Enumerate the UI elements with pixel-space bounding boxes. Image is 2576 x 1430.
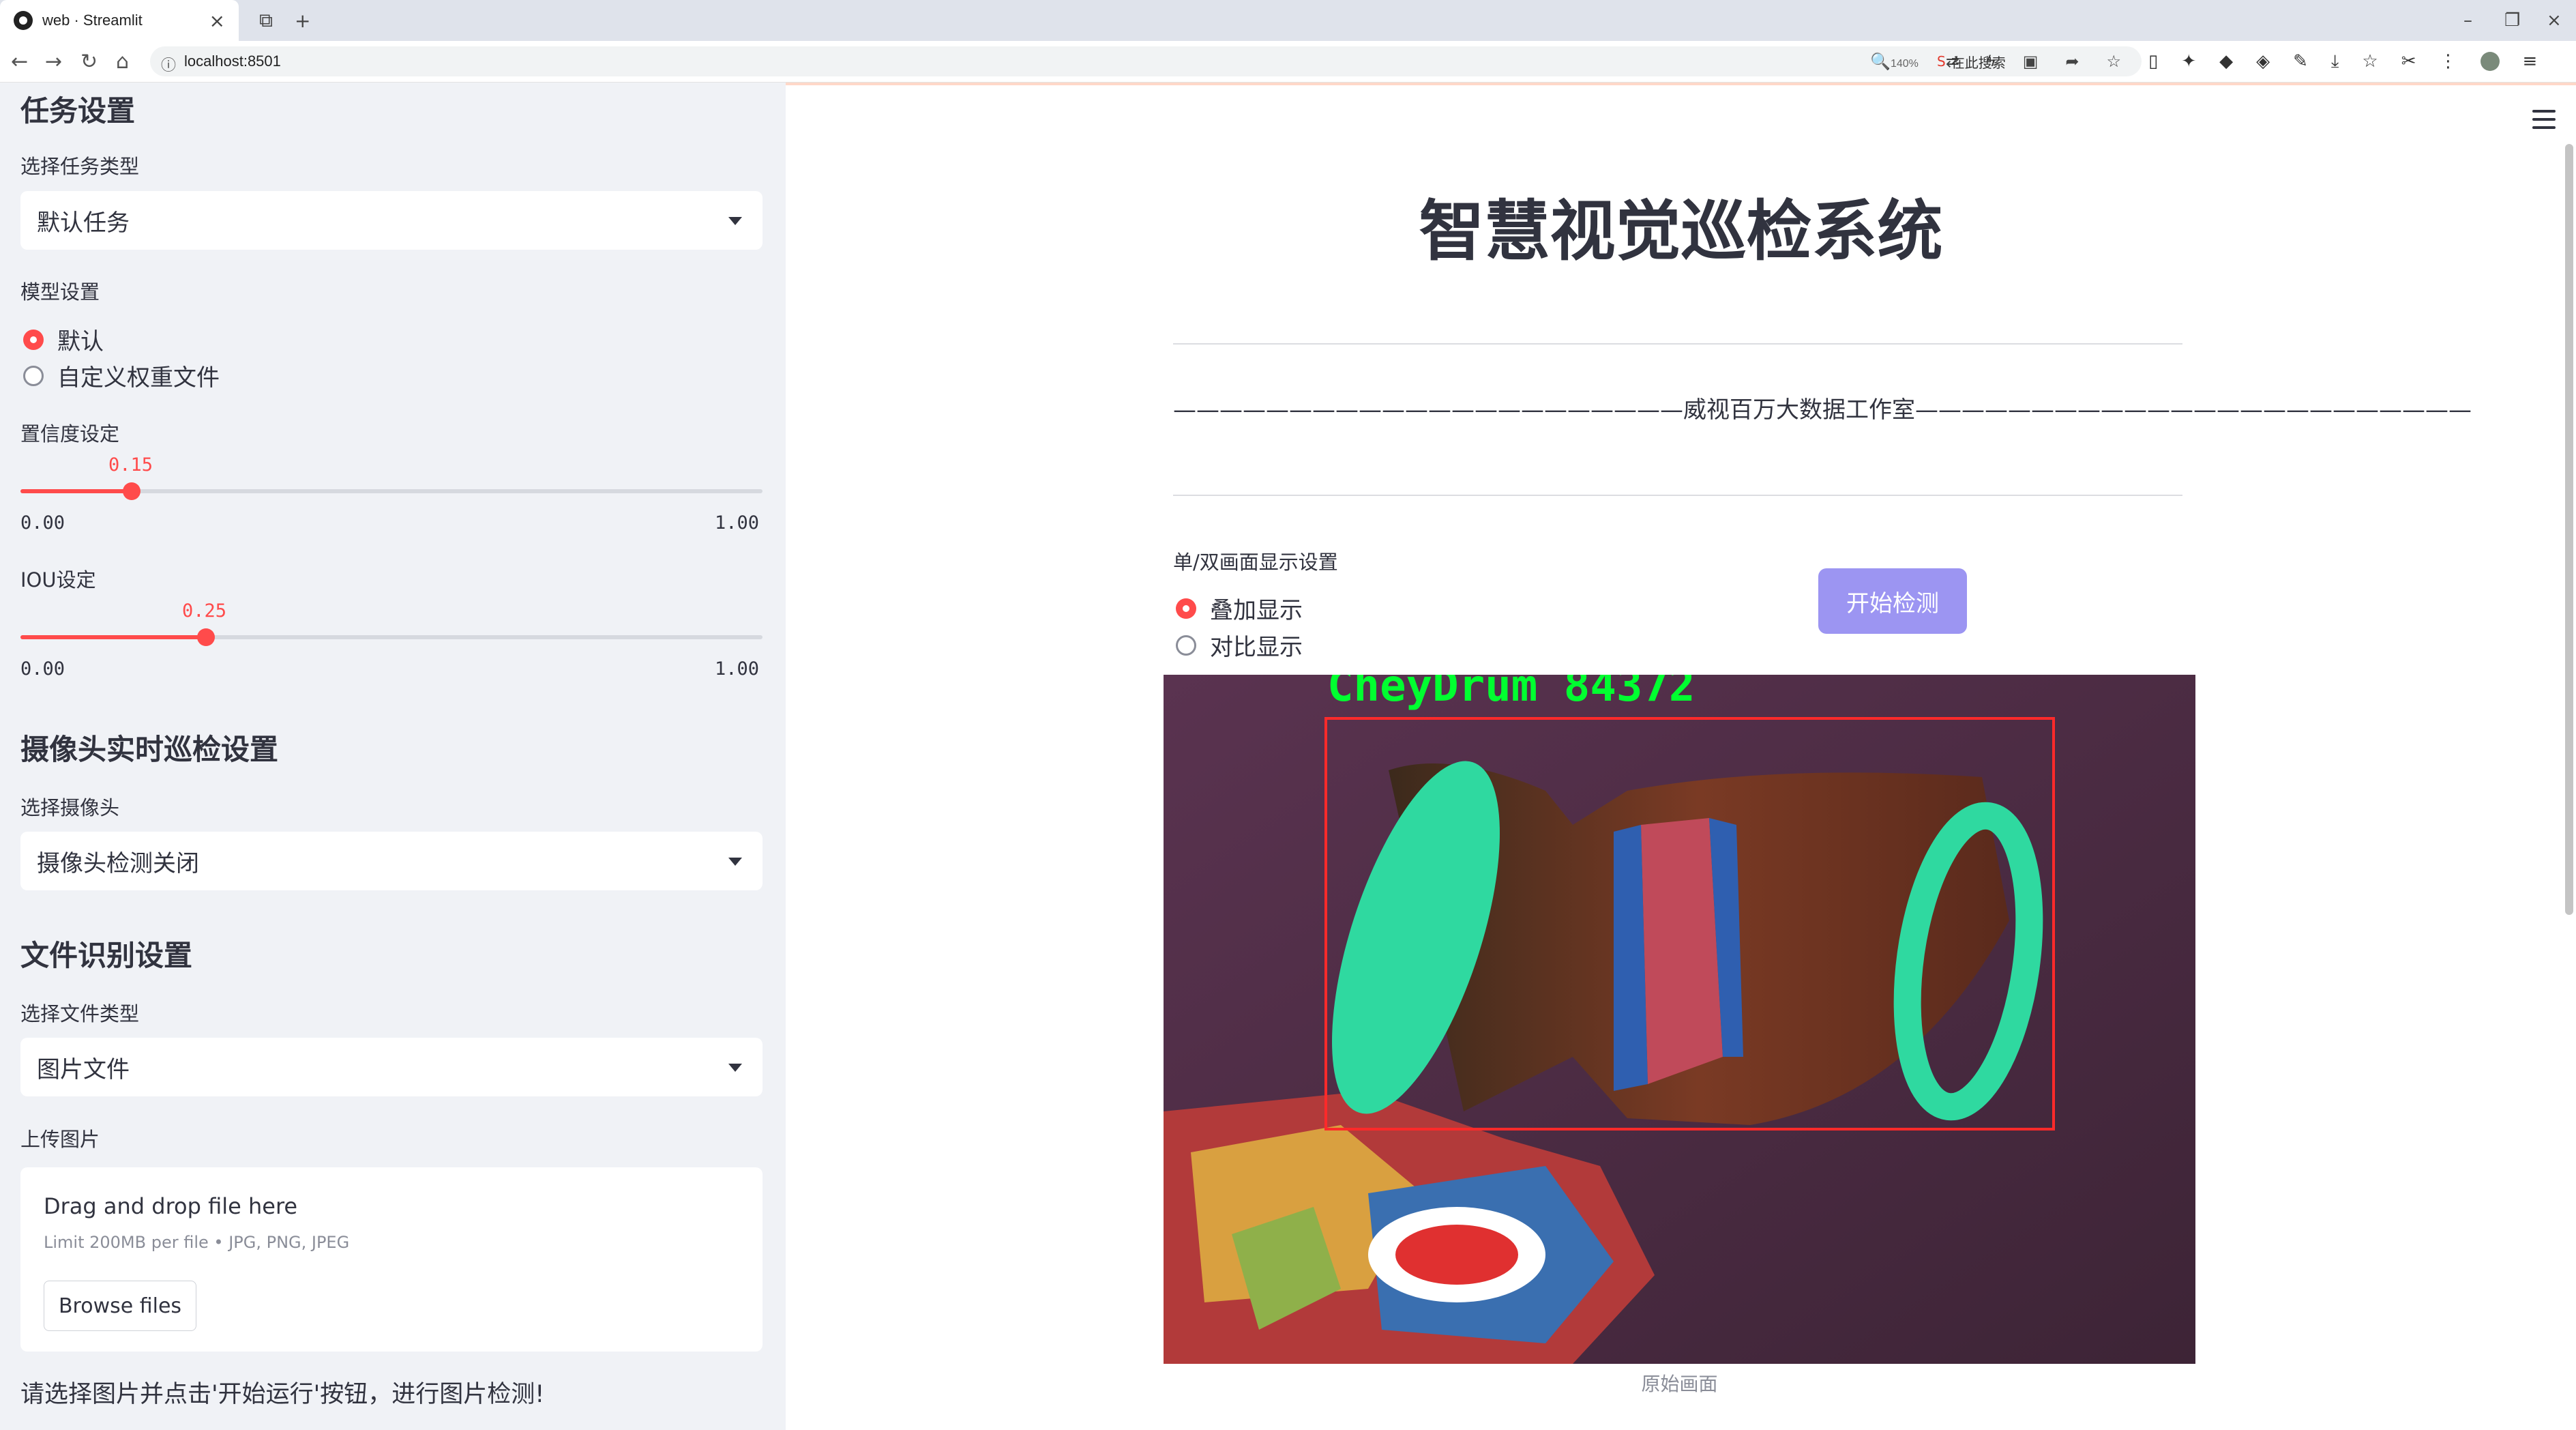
task-type-label: 选择任务类型: [20, 155, 140, 178]
browser-tab-bar: web · Streamlit × ⧉ + – ❐ ×: [0, 0, 2576, 41]
restore-icon[interactable]: ❐: [2504, 0, 2520, 41]
radio-unchecked-icon: [23, 365, 44, 386]
file-type-value: 图片文件: [37, 1055, 130, 1083]
model-radio-default[interactable]: 默认: [23, 323, 104, 356]
tab-title: web · Streamlit: [42, 12, 143, 29]
divider: [1173, 343, 2182, 345]
close-tab-icon[interactable]: ×: [209, 10, 225, 32]
iou-max: 1.00: [715, 658, 760, 680]
task-type-value: 默认任务: [37, 209, 130, 237]
browse-files-button[interactable]: Browse files: [44, 1281, 196, 1331]
new-tab-icon[interactable]: +: [295, 0, 310, 41]
zoom-level: 140%: [1890, 57, 1919, 70]
app-menu-icon[interactable]: [2532, 110, 2556, 129]
upload-label: 上传图片: [20, 1128, 100, 1151]
confidence-value: 0.15: [108, 454, 153, 476]
start-detection-button[interactable]: 开始检测: [1818, 568, 1967, 634]
model-label: 模型设置: [20, 280, 100, 304]
iou-label: IOU设定: [20, 568, 96, 592]
uploader-limit: Limit 200MB per file • JPG, PNG, JPEG: [44, 1233, 350, 1252]
search-placeholder: 在此搜索: [1951, 54, 2006, 71]
iou-slider-thumb[interactable]: [197, 628, 215, 646]
search-engine-icon: S: [1937, 53, 1946, 70]
model-option-label: 自定义权重文件: [57, 364, 220, 392]
task-type-select[interactable]: 默认任务: [20, 191, 763, 250]
file-type-select[interactable]: 图片文件: [20, 1038, 763, 1096]
extension-icon[interactable]: ◈: [2256, 51, 2270, 72]
confidence-min: 0.00: [20, 512, 65, 534]
radio-checked-icon: [1176, 598, 1196, 619]
upload-hint: 请选择图片并点击'开始运行'按钮，进行图片检测!: [20, 1381, 545, 1408]
back-icon[interactable]: ←: [11, 41, 28, 82]
model-option-label: 默认: [57, 328, 104, 355]
iou-min: 0.00: [20, 658, 65, 680]
confidence-slider[interactable]: [20, 482, 763, 500]
browser-tab[interactable]: web · Streamlit ×: [0, 0, 239, 41]
display-radio-compare[interactable]: 对比显示: [1176, 628, 1303, 662]
camera-select[interactable]: 摄像头检测关闭: [20, 832, 763, 890]
chevron-down-icon: [728, 217, 742, 225]
display-radio-overlay[interactable]: 叠加显示: [1176, 592, 1303, 625]
phone-icon[interactable]: ▯: [2148, 51, 2158, 72]
camera-section-title: 摄像头实时巡检设置: [20, 733, 279, 766]
chevron-down-icon: [728, 858, 742, 866]
confidence-max: 1.00: [715, 512, 760, 534]
task-section-title: 任务设置: [20, 94, 136, 128]
home-icon[interactable]: ⌂: [116, 41, 129, 82]
sidebar: 任务设置 选择任务类型 默认任务 模型设置 默认 自定义权重文件 置信度设定 0…: [0, 83, 786, 1430]
avatar[interactable]: [2480, 52, 2500, 71]
window-close-icon[interactable]: ×: [2547, 0, 2562, 41]
confidence-slider-thumb[interactable]: [123, 482, 141, 500]
display-option-label: 叠加显示: [1210, 597, 1303, 624]
divider: [1173, 495, 2182, 496]
zoom-indicator[interactable]: 🔍140%: [1870, 52, 1919, 72]
radio-checked-icon: [23, 329, 44, 350]
file-type-label: 选择文件类型: [20, 1002, 140, 1025]
iou-slider-fill: [20, 635, 206, 639]
address-bar: ← → ↻ ⌂ ⓘ localhost:8501 🔍140% ⇄ ϟ ▣ ➦ ☆…: [0, 41, 2576, 83]
download-icon[interactable]: ⤓: [2331, 51, 2339, 72]
header-decoration: [786, 83, 2576, 85]
extension-toolbar: ▯ ✦ ◆ ◈ ✎ ⤓ ☆ ✂ ⋮ ≡: [2148, 41, 2537, 82]
confidence-label: 置信度设定: [20, 422, 120, 446]
reload-icon[interactable]: ↻: [80, 41, 98, 82]
forward-icon[interactable]: →: [45, 41, 62, 82]
browser-menu-icon[interactable]: ≡: [2523, 51, 2538, 72]
display-option-label: 对比显示: [1210, 634, 1303, 661]
camera-label: 选择摄像头: [20, 796, 120, 819]
streamlit-favicon-icon: [14, 11, 33, 30]
detection-image-canvas: CheyDrum 84372: [1164, 675, 2195, 1364]
tab-actions-icon[interactable]: ⧉: [259, 0, 273, 41]
image-caption: 原始画面: [1641, 1373, 1718, 1395]
extension-icon[interactable]: ◆: [2219, 51, 2233, 72]
file-section-title: 文件识别设置: [20, 939, 193, 972]
main-content: 智慧视觉巡检系统 ——————————————————————威视百万大数据工作…: [786, 83, 2576, 1430]
minimize-icon[interactable]: –: [2463, 0, 2472, 41]
extension-icon[interactable]: ✦: [2181, 51, 2196, 72]
search-engine-box[interactable]: S 在此搜索: [1937, 46, 2142, 76]
iou-value: 0.25: [182, 600, 227, 622]
detection-result-image: CheyDrum 84372: [1164, 675, 2195, 1364]
chevron-down-icon: [728, 1064, 742, 1072]
site-info-icon[interactable]: ⓘ: [161, 53, 176, 75]
url-input[interactable]: ⓘ localhost:8501 🔍140% ⇄ ϟ ▣ ➦ ☆: [150, 46, 2142, 76]
scissors-icon[interactable]: ✂: [2401, 51, 2416, 72]
confidence-slider-fill: [20, 489, 132, 493]
radio-unchecked-icon: [1176, 634, 1196, 656]
camera-value: 摄像头检测关闭: [37, 849, 199, 877]
favorites-icon[interactable]: ☆: [2362, 51, 2378, 72]
model-radio-custom[interactable]: 自定义权重文件: [23, 359, 220, 392]
page-title: 智慧视觉巡检系统: [1419, 193, 1943, 269]
detection-label: CheyDrum 84372: [1327, 675, 1695, 712]
more-menu-icon[interactable]: ⋮: [2440, 51, 2457, 72]
display-mode-label: 单/双画面显示设置: [1173, 551, 1338, 574]
subtitle: ——————————————————————威视百万大数据工作室————————…: [1173, 396, 2472, 424]
url-text: localhost:8501: [184, 53, 281, 70]
iou-slider[interactable]: [20, 628, 763, 646]
uploader-title: Drag and drop file here: [44, 1193, 298, 1219]
file-uploader-dropzone[interactable]: Drag and drop file here Limit 200MB per …: [20, 1167, 763, 1352]
extension-icon[interactable]: ✎: [2293, 51, 2308, 72]
